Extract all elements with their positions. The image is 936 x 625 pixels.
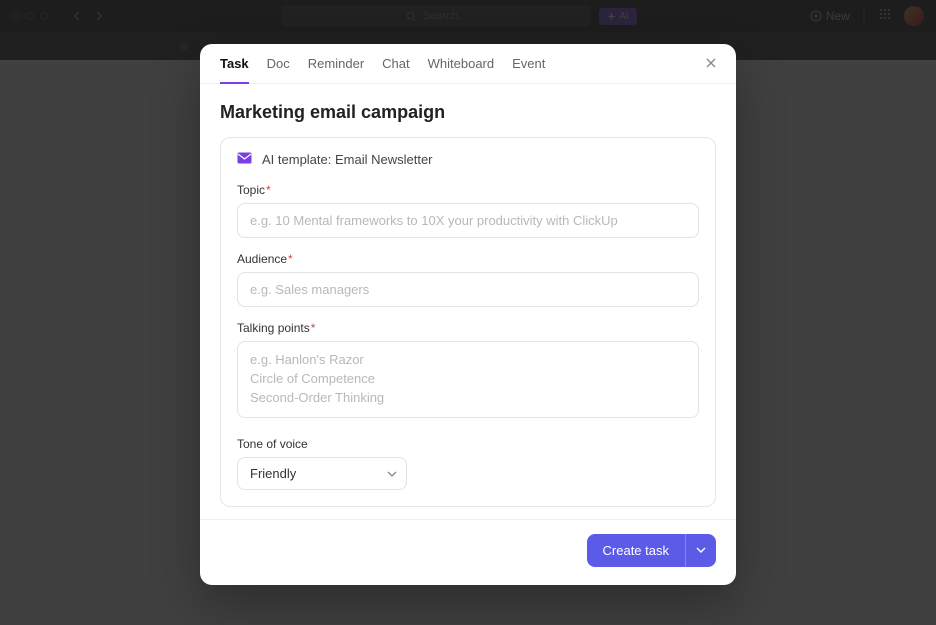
close-button[interactable] bbox=[704, 56, 718, 75]
tab-chat[interactable]: Chat bbox=[382, 44, 409, 83]
tab-task[interactable]: Task bbox=[220, 45, 249, 84]
audience-input[interactable] bbox=[237, 272, 699, 307]
tab-event[interactable]: Event bbox=[512, 44, 545, 83]
tone-select[interactable]: Friendly bbox=[237, 457, 407, 490]
close-icon bbox=[704, 56, 718, 70]
tab-whiteboard[interactable]: Whiteboard bbox=[428, 44, 494, 83]
template-card: AI template: Email Newsletter Topic* Aud… bbox=[220, 137, 716, 507]
modal-tabs: Task Doc Reminder Chat Whiteboard Event bbox=[200, 44, 736, 84]
talking-points-input[interactable] bbox=[237, 341, 699, 418]
talking-points-label: Talking points* bbox=[237, 321, 699, 335]
mail-icon bbox=[237, 152, 252, 167]
modal-title: Marketing email campaign bbox=[220, 102, 716, 123]
chevron-down-icon bbox=[696, 547, 706, 553]
modal-overlay: Task Doc Reminder Chat Whiteboard Event … bbox=[0, 0, 936, 625]
topic-label: Topic* bbox=[237, 183, 699, 197]
modal-footer: Create task bbox=[200, 519, 736, 585]
audience-label: Audience* bbox=[237, 252, 699, 266]
tab-doc[interactable]: Doc bbox=[267, 44, 290, 83]
template-header: AI template: Email Newsletter bbox=[237, 152, 699, 167]
tab-reminder[interactable]: Reminder bbox=[308, 44, 364, 83]
topic-input[interactable] bbox=[237, 203, 699, 238]
create-modal: Task Doc Reminder Chat Whiteboard Event … bbox=[200, 44, 736, 585]
create-task-dropdown[interactable] bbox=[685, 534, 716, 567]
tone-label: Tone of voice bbox=[237, 437, 699, 451]
create-task-button[interactable]: Create task bbox=[587, 534, 685, 567]
